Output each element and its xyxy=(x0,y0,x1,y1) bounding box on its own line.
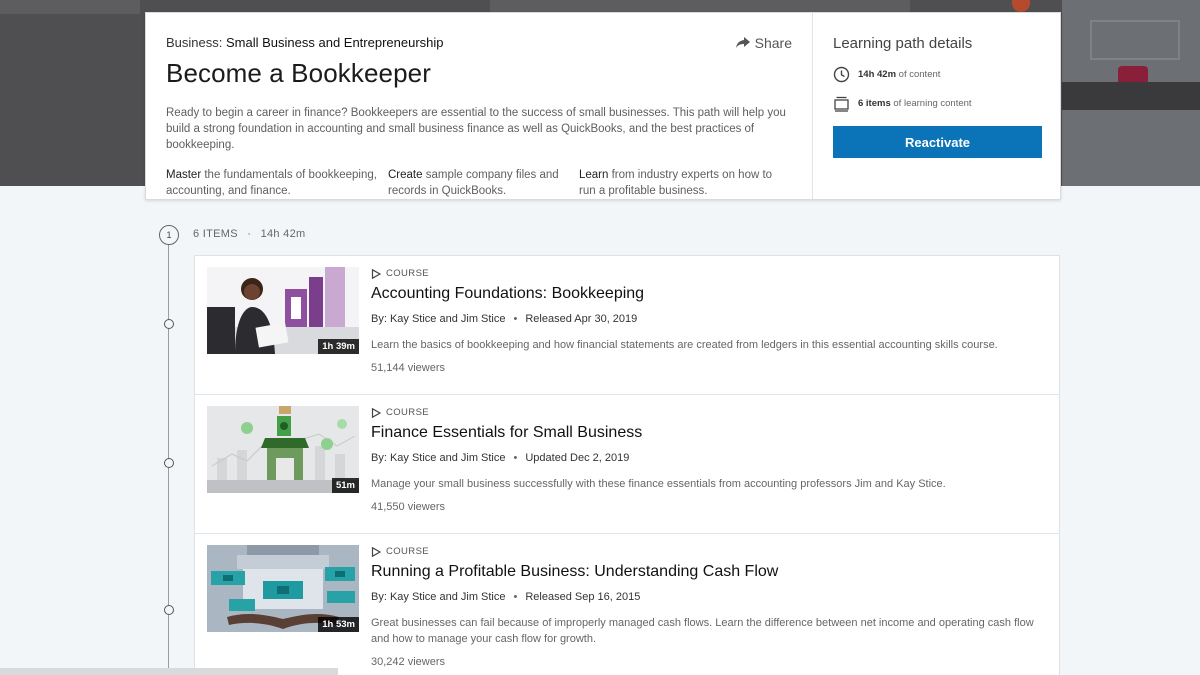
step-number-badge: 1 xyxy=(159,225,179,245)
course-meta: By: Kay Stice and Jim Stice • Released Sep… xyxy=(371,591,1041,603)
duration-detail: 14h 42m of content xyxy=(833,66,1042,83)
viewer-count: 30,242 viewers xyxy=(371,656,445,668)
goal-verb: Master xyxy=(166,169,202,181)
course-list: 1h 39m COURSE Accounting Foundations: Bo… xyxy=(194,255,1060,675)
play-icon xyxy=(371,546,381,557)
course-authors: By: Kay Stice and Jim Stice xyxy=(371,591,506,603)
stack-icon xyxy=(834,96,849,112)
content-type-label: COURSE xyxy=(386,407,430,418)
content-type: COURSE xyxy=(371,407,1041,418)
learning-path-header-card: Business: Small Business and Entrepreneu… xyxy=(145,12,1061,200)
separator-dot: • xyxy=(513,313,518,325)
viewer-count: 41,550 viewers xyxy=(371,501,445,513)
course-summary: Learn the basics of bookkeeping and how … xyxy=(371,339,998,351)
goal-verb: Learn xyxy=(579,169,609,181)
course-title-link[interactable]: Running a Profitable Business: Understan… xyxy=(371,563,1041,581)
hero-illustration xyxy=(1090,20,1180,60)
course-info: COURSE Accounting Foundations: Bookkeepi… xyxy=(371,268,1041,374)
reactivate-button[interactable]: Reactivate xyxy=(833,126,1042,158)
content-type: COURSE xyxy=(371,268,1041,279)
course-meta: By: Kay Stice and Jim Stice • Released Apr… xyxy=(371,313,1041,325)
course-date: Released Apr 30, 2019 xyxy=(525,313,638,325)
share-arrow-icon xyxy=(735,37,750,48)
content-type-label: COURSE xyxy=(386,268,430,279)
hero-illustration xyxy=(1012,0,1030,12)
goal-verb: Create xyxy=(388,169,423,181)
separator-dot: · xyxy=(247,228,252,240)
learning-path-details: Learning path details 14h 42m of content… xyxy=(813,13,1062,199)
content-type: COURSE xyxy=(371,546,1041,557)
course-authors: By: Kay Stice and Jim Stice xyxy=(371,313,506,325)
content-type-label: COURSE xyxy=(386,546,430,557)
course-meta: By: Kay Stice and Jim Stice • Updated Dec … xyxy=(371,452,1041,464)
separator-dot: • xyxy=(513,452,518,464)
hero-illustration xyxy=(1062,82,1200,110)
duration-badge: 1h 39m xyxy=(318,339,359,354)
hero-decoration xyxy=(0,0,140,14)
hero-illustration xyxy=(1118,66,1148,82)
course-title-link[interactable]: Finance Essentials for Small Business xyxy=(371,424,1041,442)
course-title-link[interactable]: Accounting Foundations: Bookkeeping xyxy=(371,285,1041,303)
breadcrumb: Business: Small Business and Entrepreneu… xyxy=(166,35,792,50)
items-suffix: of learning content xyxy=(893,98,972,109)
breadcrumb-link[interactable]: Small Business and Entrepreneurship xyxy=(226,35,444,50)
duration-badge: 51m xyxy=(331,478,359,493)
items-count: 6 ITEMS xyxy=(193,228,238,240)
items-summary: 6 ITEMS · 14h 42m xyxy=(193,228,306,240)
course-date: Released Sep 16, 2015 xyxy=(525,591,641,603)
course-thumbnail[interactable]: 1h 53m xyxy=(207,545,359,632)
share-label: Share xyxy=(754,35,792,51)
viewer-count: 51,144 viewers xyxy=(371,362,445,374)
goal-item: Create sample company files and records … xyxy=(388,167,579,199)
list-item[interactable]: 1h 39m COURSE Accounting Foundations: Bo… xyxy=(195,256,1059,395)
duration-suffix: of content xyxy=(898,69,941,80)
clock-icon xyxy=(833,66,850,83)
goal-item: Master the fundamentals of bookkeeping, … xyxy=(166,167,388,199)
separator-dot: • xyxy=(513,591,518,603)
course-summary: Manage your small business successfully … xyxy=(371,478,946,490)
items-duration: 14h 42m xyxy=(260,228,306,240)
timeline-node xyxy=(164,319,174,329)
play-icon xyxy=(371,268,381,279)
goal-item: Learn from industry experts on how to ru… xyxy=(579,167,789,199)
learning-path-overview: Business: Small Business and Entrepreneu… xyxy=(146,13,813,199)
goal-text: from industry experts on how to run a pr… xyxy=(579,169,773,197)
course-thumbnail[interactable]: 51m xyxy=(207,406,359,493)
duration-badge: 1h 53m xyxy=(318,617,359,632)
items-value: 6 items xyxy=(858,98,891,109)
course-summary: Great businesses can fail because of imp… xyxy=(371,617,1034,645)
course-info: COURSE Finance Essentials for Small Busi… xyxy=(371,407,1041,513)
timeline-node xyxy=(164,458,174,468)
items-detail: 6 items of learning content xyxy=(833,95,1042,112)
page-title: Become a Bookkeeper xyxy=(166,58,431,88)
play-icon xyxy=(371,407,381,418)
details-title: Learning path details xyxy=(833,35,973,52)
path-description: Ready to begin a career in finance? Book… xyxy=(166,107,786,151)
duration-value: 14h 42m xyxy=(858,69,897,80)
timeline-node xyxy=(164,605,174,615)
course-thumbnail[interactable]: 1h 39m xyxy=(207,267,359,354)
list-item[interactable]: 51m COURSE Finance Essentials for Small … xyxy=(195,395,1059,534)
list-item[interactable]: 1h 53m COURSE Running a Profitable Busin… xyxy=(195,534,1059,675)
horizontal-scrollbar[interactable] xyxy=(0,668,338,675)
course-date: Updated Dec 2, 2019 xyxy=(525,452,630,464)
course-authors: By: Kay Stice and Jim Stice xyxy=(371,452,506,464)
breadcrumb-prefix: Business: xyxy=(166,35,223,50)
course-info: COURSE Running a Profitable Business: Un… xyxy=(371,546,1041,668)
share-button[interactable]: Share xyxy=(735,35,792,51)
learning-goals: Master the fundamentals of bookkeeping, … xyxy=(166,167,792,199)
